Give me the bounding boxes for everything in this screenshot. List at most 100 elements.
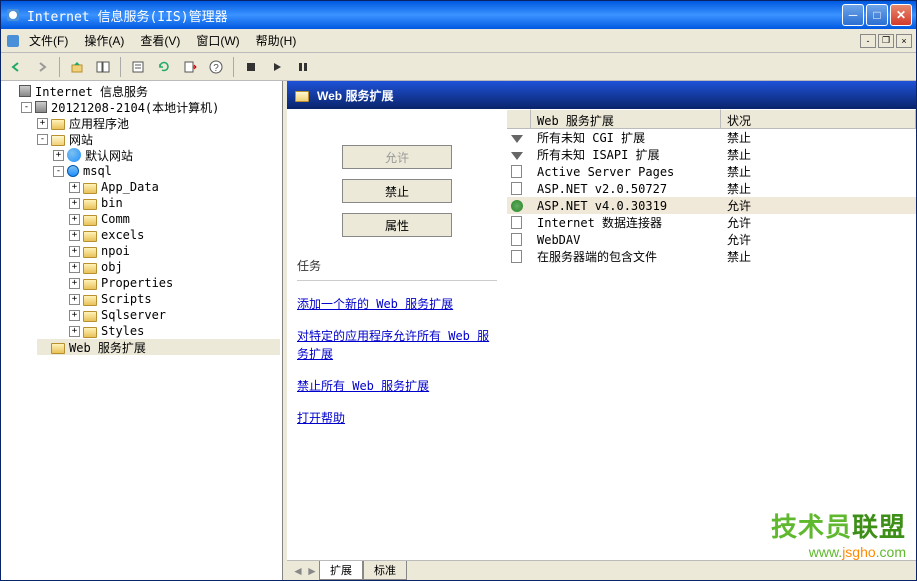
tree-folder[interactable]: + excels xyxy=(69,227,280,243)
tree-folder[interactable]: +Properties xyxy=(69,275,280,291)
app-icon xyxy=(5,33,21,49)
tab-scroll-right[interactable]: ► xyxy=(305,564,319,578)
tree-default-site[interactable]: + 默认网站 xyxy=(53,147,280,163)
app-icon xyxy=(67,165,79,177)
show-hide-button[interactable] xyxy=(92,56,114,78)
col-icon[interactable] xyxy=(507,109,531,128)
expand-icon[interactable]: + xyxy=(69,262,80,273)
expand-icon[interactable]: + xyxy=(69,326,80,337)
mdi-minimize-button[interactable]: - xyxy=(860,34,876,48)
tab-scroll-left[interactable]: ◄ xyxy=(291,564,305,578)
play-button[interactable] xyxy=(266,56,288,78)
expand-icon[interactable]: + xyxy=(53,150,64,161)
folder-icon xyxy=(83,199,97,210)
filter-icon xyxy=(511,152,523,160)
list-row[interactable]: 在服务器端的包含文件禁止 xyxy=(507,248,916,265)
tree-folder[interactable]: + Sqlserver xyxy=(69,307,280,323)
up-button[interactable] xyxy=(66,56,88,78)
tree-folder[interactable]: + npoi xyxy=(69,243,280,259)
list-row[interactable]: Internet 数据连接器允许 xyxy=(507,214,916,231)
pause-button[interactable] xyxy=(292,56,314,78)
tree-root[interactable]: Internet 信息服务 xyxy=(5,83,280,99)
list-row[interactable]: Active Server Pages禁止 xyxy=(507,163,916,180)
ext-name: ASP.NET v4.0.30319 xyxy=(531,198,721,214)
collapse-icon[interactable]: - xyxy=(37,134,48,145)
mdi-restore-button[interactable]: ❐ xyxy=(878,34,894,48)
prohibit-button[interactable]: 禁止 xyxy=(342,179,452,203)
tree-folder[interactable]: +Styles xyxy=(69,323,280,339)
properties-button[interactable]: 属性 xyxy=(342,213,452,237)
tree-folder[interactable]: +bin xyxy=(69,195,280,211)
list-row[interactable]: ASP.NET v2.0.50727禁止 xyxy=(507,180,916,197)
collapse-icon[interactable]: - xyxy=(21,102,32,113)
document-icon xyxy=(511,182,522,195)
list-row[interactable]: 所有未知 ISAPI 扩展禁止 xyxy=(507,146,916,163)
tree-label: 默认网站 xyxy=(85,147,133,164)
ext-name: WebDAV xyxy=(531,232,721,248)
tasks-pane: 允许 禁止 属性 任务 添加一个新的 Web 服务扩展 对特定的应用程序允许所有… xyxy=(287,109,507,560)
document-icon xyxy=(511,250,522,263)
tree-label: Comm xyxy=(101,212,130,226)
tree-label: npoi xyxy=(101,244,130,258)
refresh-button[interactable] xyxy=(153,56,175,78)
task-prohibit-all[interactable]: 禁止所有 Web 服务扩展 xyxy=(297,377,497,395)
properties-icon xyxy=(131,60,145,74)
stop-button[interactable] xyxy=(240,56,262,78)
close-button[interactable]: ✕ xyxy=(890,4,912,26)
maximize-button[interactable]: □ xyxy=(866,4,888,26)
expand-icon[interactable]: + xyxy=(69,198,80,209)
mdi-close-button[interactable]: × xyxy=(896,34,912,48)
tabs-bottom: ◄ ► 扩展 标准 xyxy=(287,560,916,580)
task-open-help[interactable]: 打开帮助 xyxy=(297,409,497,427)
expand-icon[interactable]: + xyxy=(69,310,80,321)
tree-label: msql xyxy=(83,164,112,178)
export-button[interactable] xyxy=(179,56,201,78)
tree-folder[interactable]: + Scripts xyxy=(69,291,280,307)
tree-label: excels xyxy=(101,228,144,242)
expand-icon[interactable]: + xyxy=(69,214,80,225)
tree-label: Scripts xyxy=(101,292,152,306)
menu-file[interactable]: 文件(F) xyxy=(21,30,76,51)
tree-sites[interactable]: -网站 xyxy=(37,131,280,147)
expand-icon[interactable]: + xyxy=(69,246,80,257)
expand-icon[interactable]: + xyxy=(69,294,80,305)
tree-apppool[interactable]: +应用程序池 xyxy=(37,115,280,131)
menu-operation[interactable]: 操作(A) xyxy=(76,30,132,51)
ext-name: 在服务器端的包含文件 xyxy=(531,247,721,266)
ext-name: ASP.NET v2.0.50727 xyxy=(531,181,721,197)
tree-msql[interactable]: - msql xyxy=(53,163,280,179)
ext-name: Internet 数据连接器 xyxy=(531,213,721,232)
expand-icon[interactable]: + xyxy=(69,278,80,289)
tree-folder[interactable]: + Comm xyxy=(69,211,280,227)
minimize-button[interactable]: ─ xyxy=(842,4,864,26)
expand-icon[interactable]: + xyxy=(69,230,80,241)
properties-button[interactable] xyxy=(127,56,149,78)
tree-webext[interactable]: Web 服务扩展 xyxy=(37,339,280,355)
tab-extensions[interactable]: 扩展 xyxy=(319,561,363,580)
document-icon xyxy=(511,216,522,229)
forward-button[interactable] xyxy=(31,56,53,78)
back-button[interactable] xyxy=(5,56,27,78)
expand-icon[interactable]: + xyxy=(69,182,80,193)
tree-folder[interactable]: +App_Data xyxy=(69,179,280,195)
list-row[interactable]: ASP.NET v4.0.30319允许 xyxy=(507,197,916,214)
tree-label: Sqlserver xyxy=(101,308,166,322)
list-row[interactable]: 所有未知 CGI 扩展禁止 xyxy=(507,129,916,146)
menu-help[interactable]: 帮助(H) xyxy=(248,30,305,51)
help-button[interactable]: ? xyxy=(205,56,227,78)
col-status[interactable]: 状况 xyxy=(721,109,916,128)
tree-pane[interactable]: Internet 信息服务 -20121208-2104(本地计算机) +应用程… xyxy=(1,81,283,580)
col-name[interactable]: Web 服务扩展 xyxy=(531,109,721,128)
tab-standard[interactable]: 标准 xyxy=(363,561,407,580)
expand-icon[interactable]: + xyxy=(37,118,48,129)
collapse-icon[interactable]: - xyxy=(53,166,64,177)
menu-view[interactable]: 查看(V) xyxy=(132,30,188,51)
list-row[interactable]: WebDAV允许 xyxy=(507,231,916,248)
menu-window[interactable]: 窗口(W) xyxy=(188,30,247,51)
window-title: Internet 信息服务(IIS)管理器 xyxy=(27,6,842,25)
tree-folder[interactable]: +obj xyxy=(69,259,280,275)
titlebar: Internet 信息服务(IIS)管理器 ─ □ ✕ xyxy=(1,1,916,29)
task-add-extension[interactable]: 添加一个新的 Web 服务扩展 xyxy=(297,295,497,313)
tree-server[interactable]: -20121208-2104(本地计算机) xyxy=(21,99,280,115)
task-allow-for-app[interactable]: 对特定的应用程序允许所有 Web 服务扩展 xyxy=(297,327,497,363)
